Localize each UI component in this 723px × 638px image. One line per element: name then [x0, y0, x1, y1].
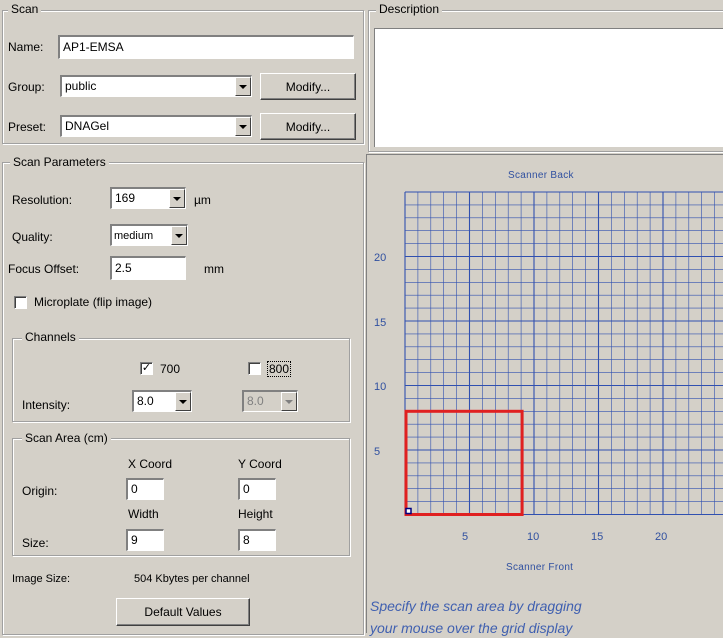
x-tick-label: 15 [591, 531, 604, 543]
chevron-down-icon [281, 392, 297, 411]
x-coord-label: X Coord [128, 457, 173, 471]
resolution-select[interactable]: 169 [110, 187, 186, 209]
preset-modify-button[interactable]: Modify... [260, 113, 356, 140]
x-tick-label: 5 [462, 531, 469, 543]
description-legend: Description [376, 2, 443, 16]
x-tick-label: 20 [655, 531, 668, 543]
origin-x-field[interactable]: 0 [126, 478, 164, 500]
image-size-value: 504 Kbytes per channel [134, 573, 250, 585]
scanner-back-label: Scanner Back [508, 170, 574, 181]
quality-label: Quality: [12, 230, 53, 244]
hint-line-2: your mouse over the grid display [370, 620, 573, 636]
x-tick-label: 10 [527, 531, 540, 543]
chevron-down-icon[interactable] [235, 77, 251, 96]
quality-value: medium [114, 230, 154, 242]
origin-label: Origin: [22, 484, 58, 498]
y-tick-label: 20 [374, 252, 387, 264]
group-select[interactable]: public [60, 75, 252, 97]
width-label: Width [128, 507, 159, 521]
height-field[interactable]: 8 [238, 529, 276, 551]
preset-select[interactable]: DNAGel [60, 115, 252, 137]
scan-grid[interactable] [400, 188, 723, 518]
height-label: Height [238, 507, 273, 521]
channels-legend: Channels [22, 330, 79, 344]
y-tick-label: 15 [374, 317, 387, 329]
group-modify-button[interactable]: Modify... [260, 73, 356, 100]
resolution-unit: µm [194, 193, 211, 207]
preset-select-value: DNAGel [65, 119, 110, 133]
y-tick-label: 10 [374, 381, 387, 393]
channel-800-checkbox[interactable] [248, 362, 261, 375]
name-label: Name: [8, 40, 44, 54]
intensity-700-value: 8.0 [137, 394, 154, 408]
chevron-down-icon[interactable] [175, 392, 191, 411]
microplate-label: Microplate (flip image) [34, 295, 153, 309]
channel-800-label: 800 [266, 361, 292, 377]
scan-area-group [12, 438, 350, 556]
hint-line-1: Specify the scan area by dragging [370, 598, 582, 614]
preset-label: Preset: [8, 120, 47, 134]
image-size-label: Image Size: [12, 573, 71, 585]
intensity-800-select: 8.0 [242, 390, 298, 412]
chevron-down-icon[interactable] [235, 117, 251, 136]
scan-area-legend: Scan Area (cm) [22, 431, 111, 445]
focus-offset-field[interactable]: 2.5 [110, 256, 186, 280]
default-values-button[interactable]: Default Values [116, 598, 250, 626]
group-label: Group: [8, 80, 45, 94]
quality-select[interactable]: medium [110, 224, 188, 246]
name-field[interactable]: AP1-EMSA [58, 35, 354, 59]
origin-handle[interactable] [405, 507, 412, 515]
origin-y-field[interactable]: 0 [238, 478, 276, 500]
resolution-label: Resolution: [12, 193, 73, 207]
intensity-label: Intensity: [22, 398, 71, 412]
intensity-700-select[interactable]: 8.0 [132, 390, 192, 412]
scanner-front-label: Scanner Front [506, 562, 574, 573]
intensity-800-value: 8.0 [247, 394, 264, 408]
size-label: Size: [22, 536, 49, 550]
resolution-value: 169 [115, 191, 136, 205]
scan-parameters-legend: Scan Parameters [10, 155, 109, 169]
chevron-down-icon[interactable] [169, 189, 185, 208]
channel-700-checkbox[interactable]: ✓ [140, 362, 153, 375]
chevron-down-icon[interactable] [171, 226, 187, 245]
y-tick-label: 5 [374, 446, 381, 458]
focus-offset-unit: mm [204, 262, 224, 276]
channel-700-label: 700 [160, 362, 181, 376]
focus-offset-label: Focus Offset: [8, 262, 80, 276]
width-field[interactable]: 9 [126, 529, 164, 551]
microplate-checkbox[interactable] [14, 296, 27, 309]
y-coord-label: Y Coord [238, 457, 282, 471]
scan-legend: Scan [8, 2, 42, 16]
description-textarea[interactable] [374, 28, 723, 147]
group-select-value: public [65, 79, 97, 93]
